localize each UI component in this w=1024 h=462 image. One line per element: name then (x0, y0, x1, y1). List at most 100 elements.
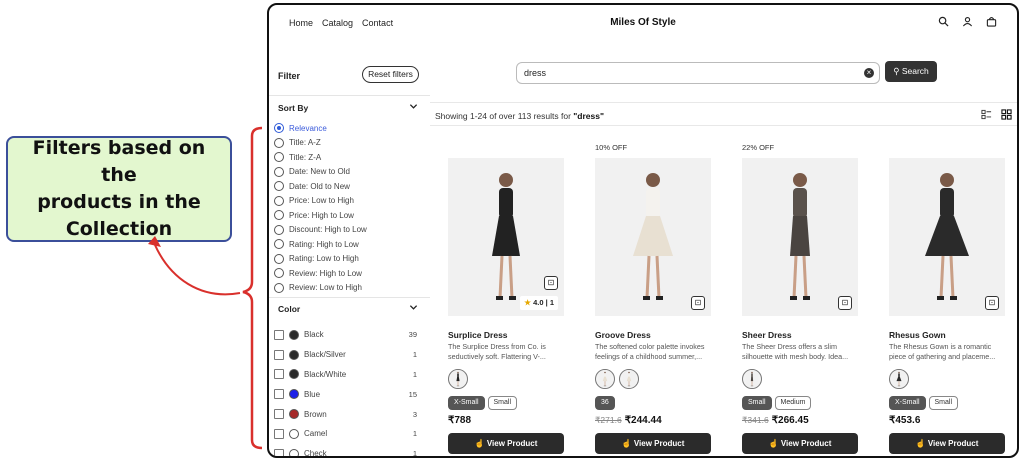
variant-thumbnail[interactable] (595, 369, 615, 389)
sale-price: ₹266.45 (771, 415, 809, 426)
view-product-button[interactable]: ☝ View Product (889, 433, 1005, 454)
sort-option[interactable]: Review: High to Low (274, 266, 367, 281)
size-option[interactable]: Medium (774, 396, 812, 410)
cart-icon[interactable] (986, 16, 997, 27)
product-card[interactable]: ★ 4.0 | 1 ⊡ Surplice Dress The Surplice Dre… (448, 143, 566, 455)
radio-button[interactable] (274, 123, 284, 134)
view-product-button[interactable]: ☝ View Product (595, 433, 711, 454)
sort-option[interactable]: Price: High to Low (274, 208, 367, 223)
checkbox[interactable] (274, 448, 284, 456)
size-option[interactable]: Small (742, 396, 772, 410)
add-to-bag-icon[interactable]: ⊡ (691, 296, 705, 310)
product-image[interactable]: ⊡ (742, 158, 858, 316)
color-count: 1 (412, 350, 417, 360)
view-product-button[interactable]: ☝ View Product (742, 433, 858, 454)
variant-thumbnail[interactable] (889, 369, 909, 389)
color-filter-item[interactable]: Black 39 (274, 325, 420, 345)
sort-option[interactable]: Relevance (274, 121, 367, 136)
sort-option[interactable]: Price: Low to High (274, 194, 367, 209)
add-to-bag-icon[interactable]: ⊡ (544, 276, 558, 290)
product-image[interactable]: ★ 4.0 | 1 ⊡ (448, 158, 564, 316)
radio-button[interactable] (274, 195, 284, 206)
color-swatch (289, 369, 299, 380)
sort-option-label: Discount: High to Low (289, 225, 367, 235)
sort-option[interactable]: Title: Z-A (274, 150, 367, 165)
search-icon[interactable] (938, 16, 949, 27)
discount-label: 22% OFF (742, 143, 775, 152)
brand-title[interactable]: Miles Of Style (269, 17, 1017, 28)
color-heading: Color (278, 304, 301, 314)
checkbox[interactable] (274, 389, 284, 400)
radio-button[interactable] (274, 152, 284, 163)
radio-button[interactable] (274, 137, 284, 148)
radio-button[interactable] (274, 166, 284, 177)
checkbox[interactable] (274, 349, 284, 360)
clear-search-icon[interactable]: × (864, 68, 874, 78)
product-card[interactable]: ⊡ Rhesus Gown The Rhesus Gown is a romanti… (889, 143, 1007, 455)
sort-option-label: Price: Low to High (289, 196, 354, 206)
sort-option-label: Relevance (289, 123, 327, 133)
size-option[interactable]: X-Small (448, 396, 485, 410)
hand-pointer-icon: ☝ (474, 439, 485, 448)
search-input[interactable]: dress × (516, 62, 880, 84)
sort-option[interactable]: Date: Old to New (274, 179, 367, 194)
variant-thumbnail[interactable] (448, 369, 468, 389)
reset-filters-button[interactable]: Reset filters (362, 66, 419, 83)
radio-button[interactable] (274, 239, 284, 250)
radio-button[interactable] (274, 181, 284, 192)
sort-option[interactable]: Date: New to Old (274, 165, 367, 180)
color-filter-item[interactable]: Blue 15 (274, 384, 420, 404)
sort-option[interactable]: Rating: Low to High (274, 252, 367, 267)
color-filter-item[interactable]: Check 1 (274, 444, 420, 456)
product-title[interactable]: Sheer Dress (742, 330, 792, 340)
product-description: The Rhesus Gown is a romantic piece of g… (889, 342, 996, 361)
color-filter-item[interactable]: Black/Silver 1 (274, 345, 420, 365)
checkbox[interactable] (274, 409, 284, 420)
radio-button[interactable] (274, 253, 284, 264)
sort-option-label: Rating: Low to High (289, 254, 359, 264)
checkbox[interactable] (274, 428, 284, 439)
search-query-text: dress (524, 68, 547, 78)
variant-thumbnail[interactable] (742, 369, 762, 389)
radio-button[interactable] (274, 282, 284, 293)
discount-label: 10% OFF (595, 143, 628, 152)
radio-button[interactable] (274, 268, 284, 279)
product-title[interactable]: Surplice Dress (448, 330, 508, 340)
sort-option[interactable]: Rating: High to Low (274, 237, 367, 252)
size-option[interactable]: Small (487, 396, 518, 410)
add-to-bag-icon[interactable]: ⊡ (838, 296, 852, 310)
sort-option-label: Review: Low to High (289, 283, 362, 293)
size-option[interactable]: Small (928, 396, 959, 410)
product-title[interactable]: Groove Dress (595, 330, 651, 340)
add-to-bag-icon[interactable]: ⊡ (985, 296, 999, 310)
product-description: The softened color palette invokes feeli… (595, 342, 705, 361)
list-view-icon[interactable] (981, 109, 992, 120)
color-filter-item[interactable]: Brown 3 (274, 404, 420, 424)
sort-option[interactable]: Title: A-Z (274, 136, 367, 151)
filter-heading: Filter (278, 71, 301, 81)
checkbox[interactable] (274, 329, 284, 340)
variant-thumbnail[interactable] (619, 369, 639, 389)
checkbox[interactable] (274, 369, 284, 380)
view-product-button[interactable]: ☝ View Product (448, 433, 564, 454)
search-button[interactable]: ⚲ Search (885, 61, 937, 82)
product-image[interactable]: ⊡ (595, 158, 711, 316)
size-option[interactable]: X-Small (889, 396, 926, 410)
color-filter-list: Black 39 Black/Silver 1 Black/White 1 Blue 15 Br… (274, 325, 420, 456)
color-filter-item[interactable]: Black/White 1 (274, 365, 420, 385)
product-card[interactable]: 10% OFF ⊡ Groove Dress The softened color p… (595, 143, 713, 455)
user-icon[interactable] (962, 16, 973, 27)
radio-button[interactable] (274, 210, 284, 221)
radio-button[interactable] (274, 224, 284, 235)
price: ₹271.6 ₹244.44 (595, 415, 662, 426)
grid-view-icon[interactable] (1001, 109, 1012, 120)
size-option[interactable]: 36 (595, 396, 615, 410)
sort-option[interactable]: Review: Low to High (274, 281, 367, 296)
product-image[interactable]: ⊡ (889, 158, 1005, 316)
product-card[interactable]: 22% OFF ⊡ Sheer Dress The Sheer Dress offer… (742, 143, 860, 455)
chevron-down-icon[interactable] (409, 303, 418, 312)
chevron-down-icon[interactable] (409, 102, 418, 111)
color-filter-item[interactable]: Camel 1 (274, 424, 420, 444)
sort-option[interactable]: Discount: High to Low (274, 223, 367, 238)
product-title[interactable]: Rhesus Gown (889, 330, 946, 340)
